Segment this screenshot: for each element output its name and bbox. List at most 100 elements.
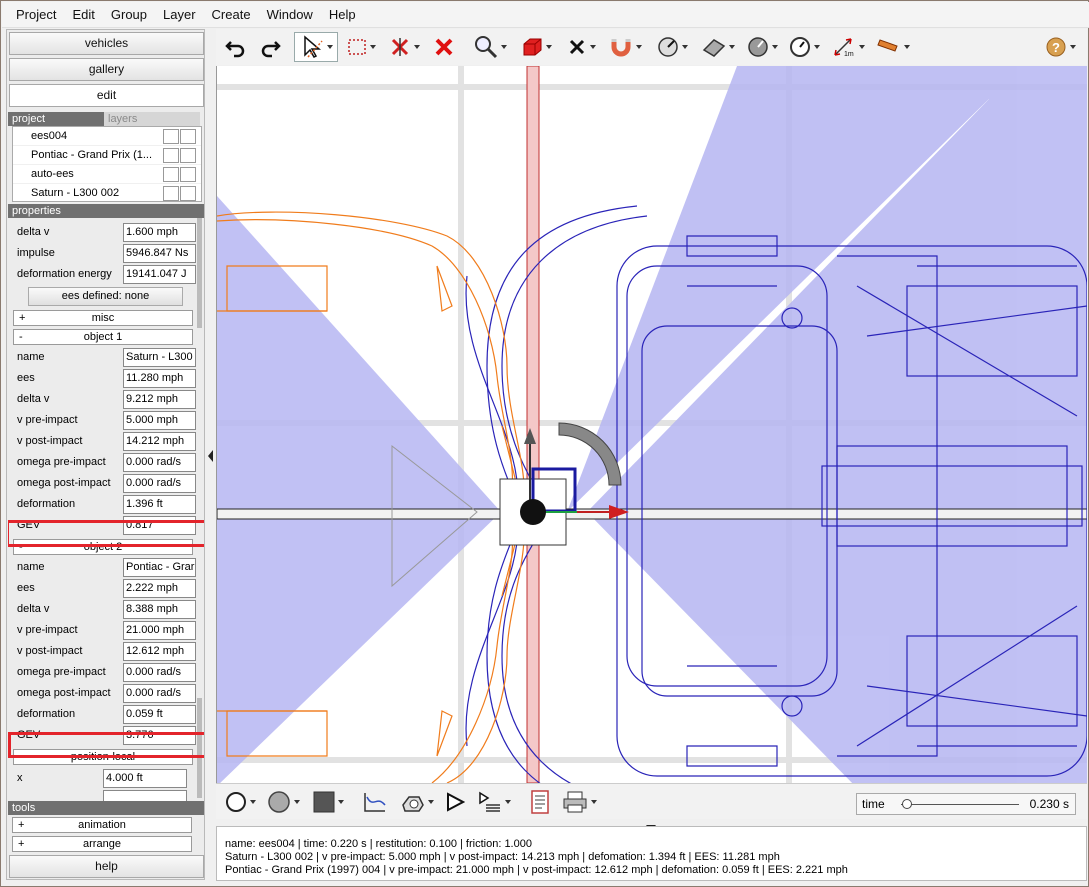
prop-label: delta v bbox=[17, 226, 50, 238]
playlist-icon[interactable] bbox=[474, 787, 514, 817]
app-window: Project Edit Group Layer Create Window H… bbox=[0, 0, 1089, 887]
menu-help[interactable]: Help bbox=[321, 4, 364, 26]
group-arrange[interactable]: + arrange bbox=[12, 836, 192, 852]
lock-checkbox[interactable] bbox=[180, 148, 196, 163]
lock-checkbox[interactable] bbox=[180, 129, 196, 144]
menu-layer[interactable]: Layer bbox=[155, 4, 204, 26]
report-icon[interactable] bbox=[526, 787, 554, 817]
prop-label: ees bbox=[17, 582, 35, 594]
prop-value-field[interactable]: 8.388 mph bbox=[123, 600, 196, 619]
obj1-omega-pre-impact: omega pre-impact 0.000 rad/s bbox=[12, 452, 196, 473]
obj2-omega-post-impact: omega post-impact 0.000 rad/s bbox=[12, 683, 196, 704]
menu-create[interactable]: Create bbox=[204, 4, 259, 26]
edit-button[interactable]: edit bbox=[9, 84, 204, 107]
prop-value-field[interactable]: 11.280 mph bbox=[123, 369, 196, 388]
magnet-icon[interactable] bbox=[606, 32, 644, 62]
list-item[interactable]: auto-ees bbox=[13, 165, 201, 184]
selection-rect-icon[interactable] bbox=[344, 32, 378, 62]
camera-icon[interactable] bbox=[396, 787, 436, 817]
prop-value-field[interactable]: Saturn - L300 bbox=[123, 348, 196, 367]
main-toolbar: 1m ? bbox=[216, 29, 1087, 65]
cylinder-icon[interactable] bbox=[872, 32, 912, 62]
prop-value-field[interactable]: 0.059 ft bbox=[123, 705, 196, 724]
status-line-object-2: Pontiac - Grand Prix (1997) 004 | v pre-… bbox=[225, 864, 848, 876]
prop-label: name bbox=[17, 351, 45, 363]
time-slider-thumb[interactable] bbox=[901, 799, 912, 809]
prop-label: ees bbox=[17, 372, 35, 384]
group-misc[interactable]: + misc bbox=[13, 310, 193, 326]
menu-window[interactable]: Window bbox=[259, 4, 321, 26]
scene-viewport[interactable] bbox=[216, 66, 1087, 783]
prop-value-field[interactable]: 0.000 rad/s bbox=[123, 474, 196, 493]
time-slider-track[interactable] bbox=[901, 804, 1019, 805]
prop-value-field[interactable]: 1.600 mph bbox=[123, 223, 196, 242]
shape-fill-icon[interactable] bbox=[264, 787, 302, 817]
delete-node-icon[interactable] bbox=[386, 32, 422, 62]
properties-panel: delta v 1.600 mph impulse 5946.847 Ns defo… bbox=[8, 218, 204, 801]
undo-icon[interactable] bbox=[222, 32, 250, 62]
panel-collapse-handle[interactable] bbox=[206, 446, 215, 466]
lock-checkbox[interactable] bbox=[180, 186, 196, 201]
prop-value-field[interactable] bbox=[103, 790, 187, 801]
graph-icon[interactable] bbox=[360, 787, 390, 817]
tab-layers[interactable]: layers bbox=[104, 112, 200, 126]
prop-value-field[interactable]: 0.000 rad/s bbox=[123, 453, 196, 472]
angle-gauge-icon[interactable] bbox=[654, 32, 690, 62]
obj2-deformation: deformation 0.059 ft bbox=[12, 704, 196, 725]
menu-group[interactable]: Group bbox=[103, 4, 155, 26]
ees-defined-button[interactable]: ees defined: none bbox=[28, 287, 183, 306]
prop-value-field[interactable]: 5.000 mph bbox=[123, 411, 196, 430]
prop-value-field[interactable]: 12.612 mph bbox=[123, 642, 196, 661]
visibility-checkbox[interactable] bbox=[163, 186, 179, 201]
obj1-name: name Saturn - L300 bbox=[12, 347, 196, 368]
lock-checkbox[interactable] bbox=[180, 167, 196, 182]
color-swatch-icon[interactable] bbox=[310, 787, 346, 817]
prop-value-field[interactable]: 4.000 ft bbox=[103, 769, 187, 788]
prop-value-field[interactable]: 2.222 mph bbox=[123, 579, 196, 598]
gallery-button[interactable]: gallery bbox=[9, 58, 204, 81]
prop-value-field[interactable]: 5946.847 Ns bbox=[123, 244, 196, 263]
redo-icon[interactable] bbox=[256, 32, 284, 62]
zoom-icon[interactable] bbox=[470, 32, 510, 62]
tab-project[interactable]: project bbox=[8, 112, 104, 126]
menu-edit[interactable]: Edit bbox=[64, 4, 102, 26]
play-icon[interactable] bbox=[442, 787, 468, 817]
prop-value-field[interactable]: 9.212 mph bbox=[123, 390, 196, 409]
bottom-toolbar: time 0.230 s bbox=[216, 783, 1087, 819]
help-icon[interactable]: ? bbox=[1042, 32, 1078, 62]
group-object-1[interactable]: - object 1 bbox=[13, 329, 193, 345]
box-3d-icon[interactable] bbox=[518, 32, 554, 62]
compass-icon[interactable] bbox=[744, 32, 780, 62]
speedometer-icon[interactable] bbox=[786, 32, 822, 62]
group-animation[interactable]: + animation bbox=[12, 817, 192, 833]
menu-project[interactable]: Project bbox=[8, 4, 64, 26]
menu-bar: Project Edit Group Layer Create Window H… bbox=[2, 2, 1089, 28]
x-axis-icon[interactable] bbox=[564, 32, 598, 62]
visibility-checkbox[interactable] bbox=[163, 148, 179, 163]
measure-1m-icon[interactable]: 1m bbox=[830, 32, 866, 62]
prop-value-field[interactable]: Pontiac - Grar bbox=[123, 558, 196, 577]
prop-delta-v: delta v 1.600 mph bbox=[12, 222, 196, 243]
properties-scrollbar[interactable] bbox=[197, 218, 202, 328]
prop-value-field[interactable]: 21.000 mph bbox=[123, 621, 196, 640]
properties-header: properties bbox=[8, 204, 204, 218]
prop-value-field[interactable]: 19141.047 J bbox=[123, 265, 196, 284]
visibility-checkbox[interactable] bbox=[163, 129, 179, 144]
prop-value-field[interactable]: 0.000 rad/s bbox=[123, 663, 196, 682]
circle-icon[interactable] bbox=[222, 787, 258, 817]
status-line-scene: name: ees004 | time: 0.220 s | restituti… bbox=[225, 838, 532, 850]
list-item[interactable]: ees004 bbox=[13, 127, 201, 146]
prop-value-field[interactable]: 14.212 mph bbox=[123, 432, 196, 451]
prop-value-field[interactable]: 1.396 ft bbox=[123, 495, 196, 514]
visibility-checkbox[interactable] bbox=[163, 167, 179, 182]
prop-value-field[interactable]: 0.000 rad/s bbox=[123, 684, 196, 703]
select-arrow-icon[interactable] bbox=[294, 32, 338, 62]
vehicles-button[interactable]: vehicles bbox=[9, 32, 204, 55]
prop-label: impulse bbox=[17, 247, 55, 259]
list-item[interactable]: Pontiac - Grand Prix (1... bbox=[13, 146, 201, 165]
help-button[interactable]: help bbox=[9, 855, 204, 878]
ramp-icon[interactable] bbox=[698, 32, 738, 62]
print-icon[interactable] bbox=[560, 787, 598, 817]
delete-icon[interactable] bbox=[430, 32, 458, 62]
list-item[interactable]: Saturn - L300 002 bbox=[13, 184, 201, 203]
